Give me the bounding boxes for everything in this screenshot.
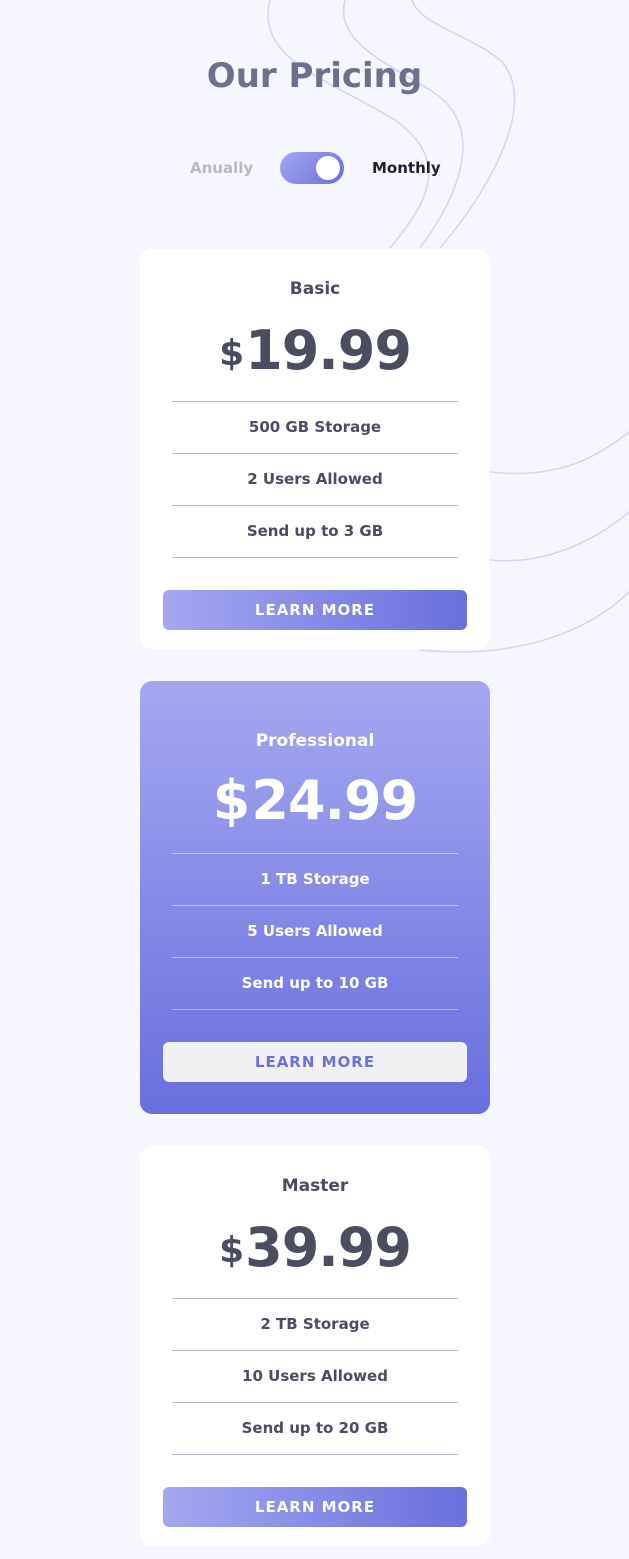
currency-symbol: $ xyxy=(219,1230,244,1271)
feature-item: Send up to 20 GB xyxy=(172,1403,458,1455)
billing-toggle-switch[interactable] xyxy=(280,152,344,184)
plan-name: Master xyxy=(281,1176,349,1196)
plan-price: $39.99 xyxy=(140,1216,490,1279)
feature-list: 2 TB Storage 10 Users Allowed Send up to… xyxy=(172,1298,458,1455)
plan-price: $24.99 xyxy=(140,769,490,832)
feature-item: 2 TB Storage xyxy=(172,1299,458,1351)
feature-item: 500 GB Storage xyxy=(172,402,458,454)
feature-item: Send up to 3 GB xyxy=(172,506,458,558)
feature-item: 2 Users Allowed xyxy=(172,454,458,506)
billing-toggle: Anually Monthly xyxy=(0,150,629,186)
price-amount: 39.99 xyxy=(245,1216,412,1279)
feature-item: Send up to 10 GB xyxy=(172,958,458,1010)
toggle-label-monthly[interactable]: Monthly xyxy=(372,159,441,177)
plan-name: Basic xyxy=(289,279,341,299)
currency-symbol: $ xyxy=(212,769,251,832)
price-amount: 24.99 xyxy=(251,769,418,832)
currency-symbol: $ xyxy=(219,333,244,374)
plan-price: $19.99 xyxy=(140,319,490,382)
page-title: Our Pricing xyxy=(206,56,423,96)
toggle-knob xyxy=(316,156,340,180)
price-amount: 19.99 xyxy=(245,319,412,382)
feature-item: 5 Users Allowed xyxy=(172,906,458,958)
feature-item: 1 TB Storage xyxy=(172,854,458,906)
learn-more-button-basic[interactable]: LEARN MORE xyxy=(163,590,467,630)
feature-list: 500 GB Storage 2 Users Allowed Send up t… xyxy=(172,401,458,558)
feature-list: 1 TB Storage 5 Users Allowed Send up to … xyxy=(172,853,458,1010)
learn-more-button-master[interactable]: LEARN MORE xyxy=(163,1487,467,1527)
learn-more-button-professional[interactable]: LEARN MORE xyxy=(163,1042,467,1082)
feature-item: 10 Users Allowed xyxy=(172,1351,458,1403)
toggle-label-annually[interactable]: Anually xyxy=(190,159,253,177)
plan-name: Professional xyxy=(255,731,375,751)
pricing-card-professional: Professional $24.99 1 TB Storage 5 Users… xyxy=(140,681,490,1114)
pricing-card-master: Master $39.99 2 TB Storage 10 Users Allo… xyxy=(140,1146,490,1546)
pricing-card-basic: Basic $19.99 500 GB Storage 2 Users Allo… xyxy=(140,249,490,649)
